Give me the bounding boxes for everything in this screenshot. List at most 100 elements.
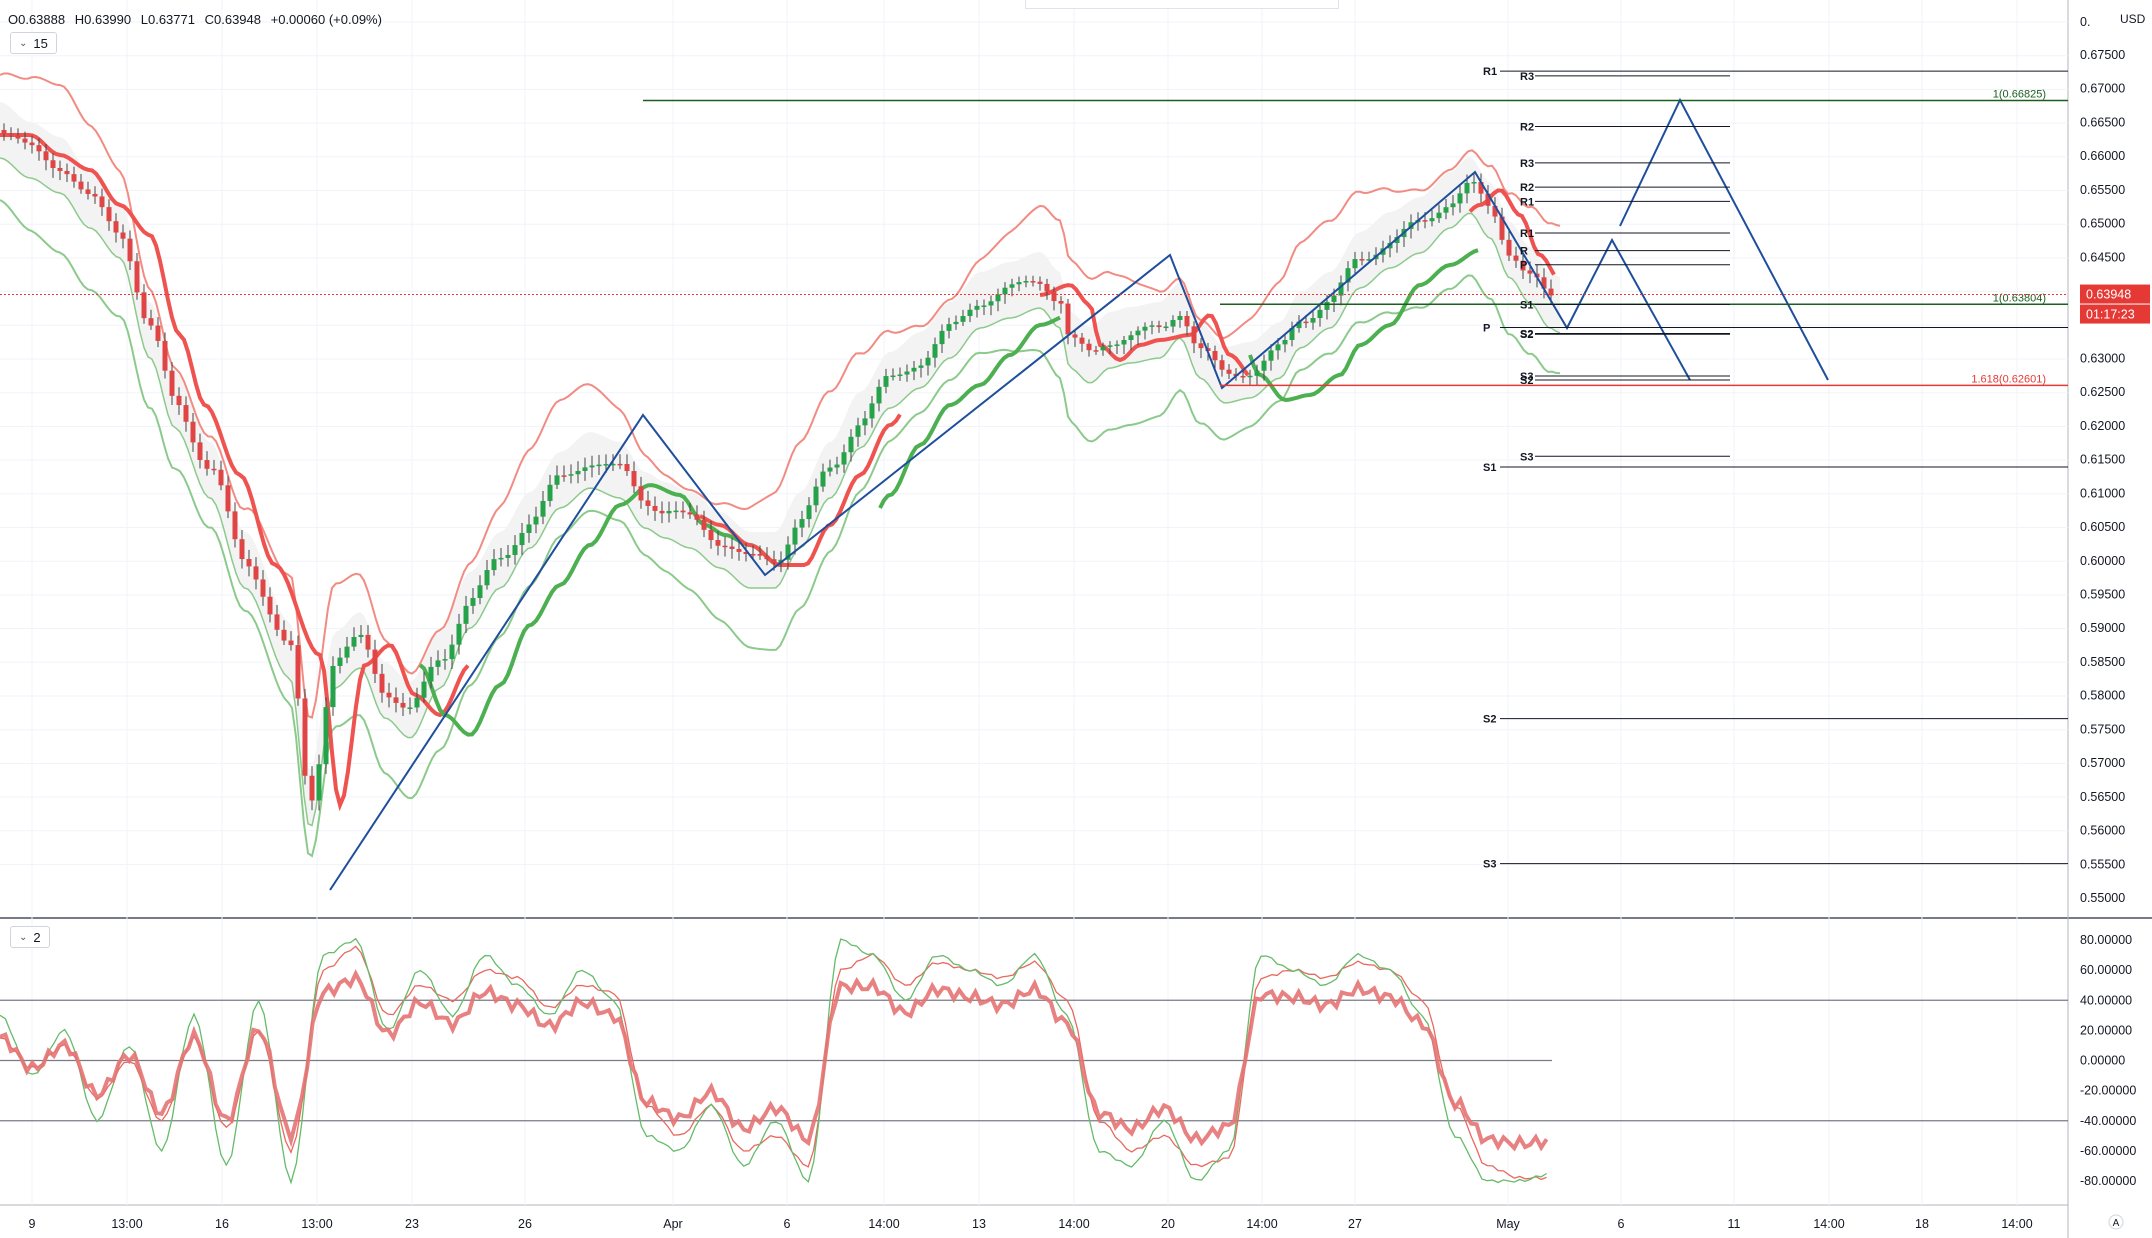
pivot-label: R3	[1520, 71, 1534, 83]
candle-body	[848, 436, 854, 453]
main-interval-label: 15	[33, 35, 48, 51]
candle-body	[1009, 284, 1015, 288]
candle-body	[904, 371, 910, 375]
candle-body	[1317, 309, 1323, 318]
candle-body	[393, 697, 399, 703]
candle-body	[841, 452, 847, 465]
time-tick-label: 11	[1728, 1217, 1741, 1231]
candle-body	[169, 370, 175, 396]
candle-body	[372, 649, 378, 674]
candle-body	[491, 559, 497, 571]
fib-level-label: 1.618(0.62601)	[1971, 373, 2046, 385]
pivot-label: R2	[1520, 121, 1534, 133]
candle-body	[267, 596, 273, 615]
candle-body	[526, 524, 532, 533]
candle-body	[442, 659, 448, 661]
time-tick-label: 27	[1348, 1217, 1362, 1231]
osc-tick-label: 0.00000	[2080, 1054, 2125, 1068]
candle-body	[211, 468, 217, 471]
candle-body	[687, 512, 693, 515]
close-value: C0.63948	[204, 12, 261, 27]
candle-body	[1275, 344, 1281, 351]
price-tick-label: 0.60500	[2080, 520, 2125, 534]
candle-body	[547, 484, 553, 501]
candle-body	[1247, 375, 1253, 378]
pivot-label: S2	[1520, 375, 1533, 387]
osc-tick-label: 60.00000	[2080, 963, 2132, 977]
pivot-label: S3	[1520, 451, 1533, 463]
candle-body	[456, 623, 462, 645]
candle-body	[176, 395, 182, 406]
candle-body	[631, 471, 637, 487]
candle-body	[379, 673, 385, 693]
candle-body	[1163, 326, 1169, 329]
price-tick-label: 0.56000	[2080, 824, 2125, 838]
candle-body	[316, 764, 322, 801]
candle-body	[85, 189, 91, 194]
current-price-text: 0.63948	[2086, 288, 2131, 302]
time-tick-label: 14:00	[1246, 1217, 1277, 1231]
price-tick-label: 0.61500	[2080, 453, 2125, 467]
candle-body	[736, 548, 742, 552]
candle-body	[680, 510, 686, 513]
time-tick-label: 6	[784, 1217, 791, 1231]
candle-body	[582, 467, 588, 471]
candle-body	[1506, 239, 1512, 256]
price-tick-label: 0.57500	[2080, 722, 2125, 736]
candle-body	[1037, 281, 1043, 284]
candle-body	[274, 614, 280, 630]
osc-tick-label: 80.00000	[2080, 933, 2132, 947]
candle-body	[120, 232, 126, 239]
candle-body	[652, 505, 658, 511]
pivot-label: R2	[1520, 182, 1534, 194]
candle-body	[1016, 282, 1022, 285]
candle-body	[540, 500, 546, 517]
candle-body	[1135, 330, 1141, 336]
time-tick-label: 13	[972, 1217, 986, 1231]
candle-body	[918, 365, 924, 368]
candle-body	[78, 181, 84, 190]
candle-body	[1030, 281, 1036, 283]
price-tick-label: 0.56500	[2080, 790, 2125, 804]
price-tick-label: 0.64500	[2080, 250, 2125, 264]
candle-body	[246, 559, 252, 567]
candle-body	[1184, 315, 1190, 327]
chart-canvas[interactable]: 1(0.66825)1(0.63804)1.618(0.62601)R1 R3R2…	[0, 0, 2152, 1238]
candle-body	[64, 170, 70, 175]
candle-body	[71, 174, 77, 182]
low-value: L0.63771	[140, 12, 195, 27]
fib-level-label: 1(0.66825)	[1993, 89, 2046, 101]
candle-body	[1324, 301, 1330, 310]
chevron-down-icon: ⌄	[19, 37, 28, 49]
price-tick-label: 0.55500	[2080, 857, 2125, 871]
top-drawer-tab[interactable]	[1025, 0, 1339, 9]
candle-body	[1457, 193, 1463, 204]
osc-legend-toggle[interactable]: ⌄ 2	[10, 926, 50, 948]
pivot-label: P	[1520, 260, 1527, 272]
candle-body	[1268, 350, 1274, 361]
candle-body	[806, 505, 812, 520]
price-tick-label: 0.59500	[2080, 588, 2125, 602]
candle-body	[946, 324, 952, 331]
candle-body	[1128, 335, 1134, 340]
chart-stage[interactable]: 1(0.66825) 1(0.63804) 1.618(0.62601) R1 R3 R2…	[0, 0, 2152, 1238]
candle-body	[1513, 255, 1519, 261]
candle-body	[449, 644, 455, 660]
candle-body	[1170, 319, 1176, 327]
price-tick-label: 0.61000	[2080, 486, 2125, 500]
main-legend-toggle[interactable]: ⌄ 15	[10, 32, 57, 54]
candle-body	[792, 527, 798, 545]
time-tick-label: 14:00	[1058, 1217, 1089, 1231]
osc-tick-label: -20.00000	[2080, 1084, 2136, 1098]
candle-body	[1149, 325, 1155, 327]
pivot-label: S1	[1520, 300, 1533, 312]
ohlc-readout: O0.63888 H0.63990 L0.63771 C0.63948 +0.0…	[8, 12, 388, 27]
candle-body	[428, 666, 434, 682]
candle-body	[505, 554, 511, 558]
candle-body	[435, 660, 441, 667]
candle-body	[1142, 326, 1148, 331]
candle-body	[15, 135, 21, 139]
candle-body	[1429, 218, 1435, 222]
candle-body	[183, 405, 189, 422]
candle-body	[1051, 291, 1057, 302]
